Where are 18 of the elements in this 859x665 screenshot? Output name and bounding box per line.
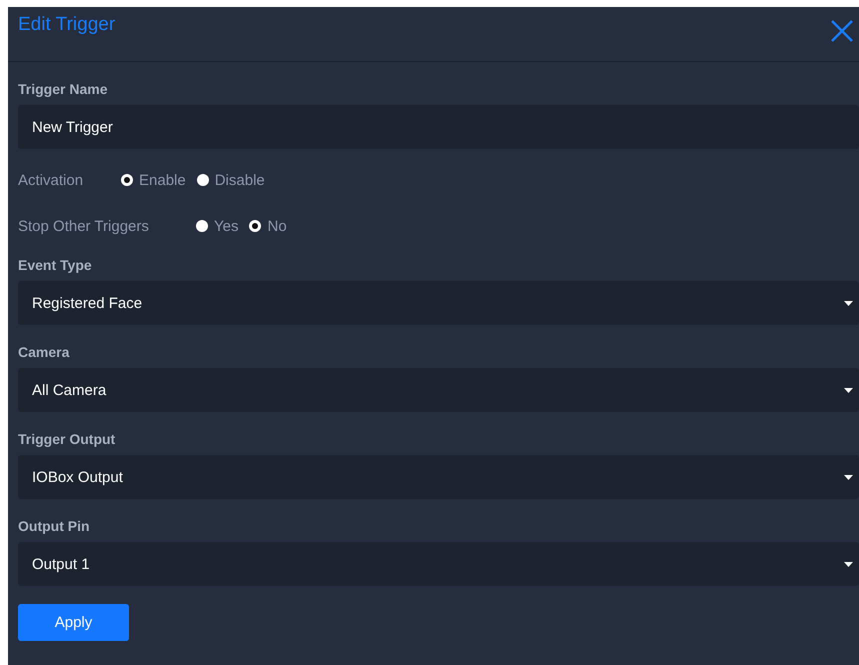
radio-group-label: Activation bbox=[18, 172, 84, 188]
radio-option[interactable]: Yes bbox=[196, 218, 238, 234]
radio-option[interactable]: Enable bbox=[121, 172, 186, 188]
select-field[interactable]: Output 1 bbox=[18, 542, 859, 586]
select-field[interactable]: Registered Face bbox=[18, 281, 859, 325]
radio-group-label: Stop Other Triggers bbox=[18, 218, 150, 234]
field-label: Trigger Name bbox=[18, 81, 108, 97]
select-field[interactable]: IOBox Output bbox=[18, 455, 859, 499]
dialog-title: Edit Trigger bbox=[18, 14, 116, 36]
radio-option[interactable]: No bbox=[249, 218, 287, 234]
field-label: Event Type bbox=[18, 257, 92, 273]
input-field[interactable]: New Trigger bbox=[18, 105, 859, 149]
select-field[interactable]: All Camera bbox=[18, 368, 859, 412]
field-label: Output Pin bbox=[18, 518, 90, 534]
apply-button[interactable]: Apply bbox=[18, 604, 129, 641]
field-label: Camera bbox=[18, 344, 70, 360]
radio-option[interactable]: Disable bbox=[196, 172, 265, 188]
field-label: Trigger Output bbox=[18, 431, 116, 447]
